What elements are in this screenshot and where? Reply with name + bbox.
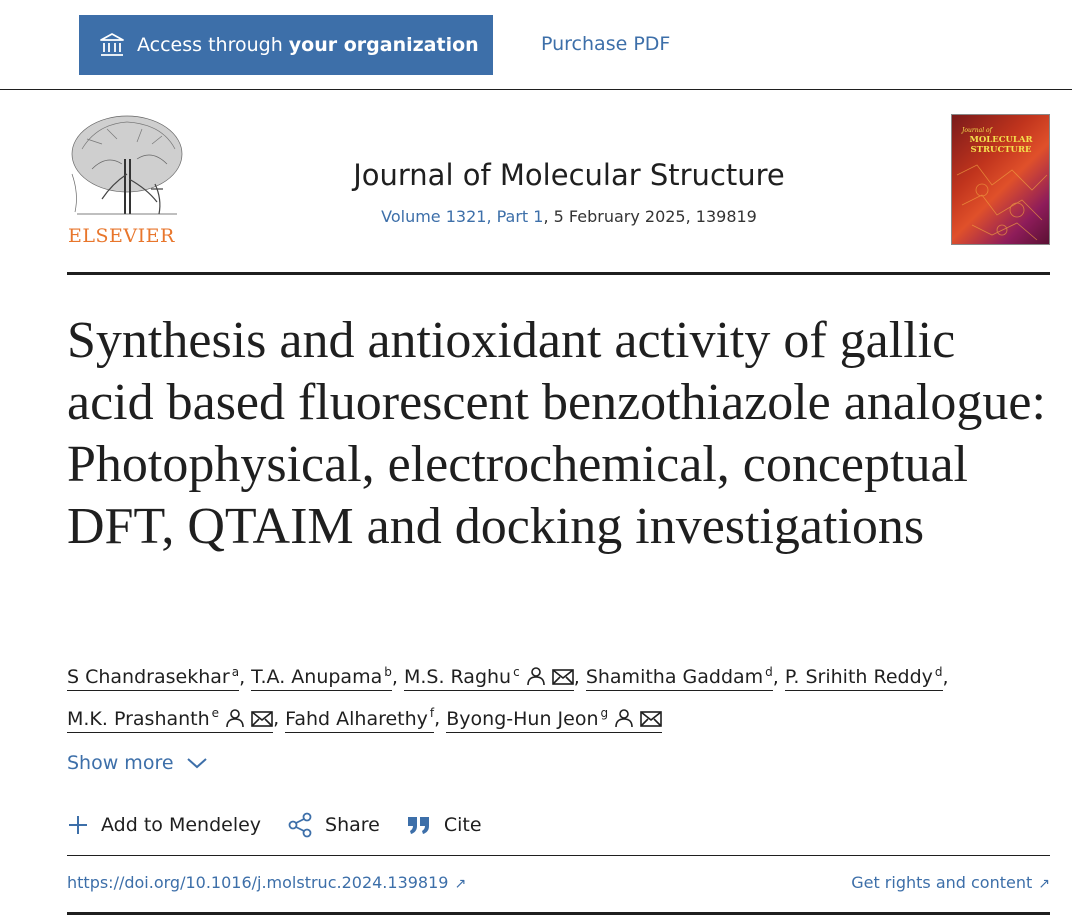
author-name: Fahd Alharethy	[285, 707, 428, 730]
author-name: M.S. Raghu	[403, 666, 512, 689]
rights-text: Get rights and content	[851, 873, 1033, 892]
author-list: S Chandrasekhar a, T.A. Anupama b, M.S. Ra…	[67, 654, 1050, 737]
header-divider	[67, 272, 1050, 275]
email-icon	[551, 669, 574, 686]
author-separator: ,	[239, 666, 246, 689]
affiliation-mark: d	[934, 665, 943, 679]
author-link[interactable]: P. Srihith Reddy d	[784, 665, 943, 692]
quote-icon	[407, 817, 429, 834]
author-link[interactable]: M.K. Prashanth e	[67, 706, 274, 733]
purchase-pdf-link[interactable]: Purchase PDF	[541, 33, 670, 55]
author-separator: ,	[942, 666, 949, 689]
author-name: P. Srihith Reddy	[784, 666, 933, 689]
author-name: T.A. Anupama	[251, 666, 383, 689]
share-label: Share	[325, 814, 380, 836]
email-icon	[251, 710, 273, 727]
institution-icon	[100, 33, 124, 56]
affiliation-mark: d	[765, 665, 773, 679]
share-button[interactable]: Share	[287, 812, 380, 838]
author-link[interactable]: S Chandrasekhar a	[67, 665, 240, 692]
add-to-mendeley-button[interactable]: Add to Mendeley	[67, 814, 261, 836]
access-prefix: Access through	[137, 34, 289, 56]
person-icon	[615, 708, 633, 727]
cite-label: Cite	[443, 814, 482, 836]
affiliation-mark: g	[600, 706, 609, 721]
article-title: Synthesis and antioxidant activity of ga…	[67, 312, 1046, 555]
journal-title[interactable]: Journal of Molecular Structure	[0, 158, 1072, 192]
author-name: Shamitha Gaddam	[585, 666, 764, 689]
show-more-button[interactable]: Show more	[67, 752, 208, 774]
mendeley-label: Add to Mendeley	[101, 814, 262, 836]
chevron-down-icon	[186, 758, 207, 769]
issue-details: , 5 February 2025, 139819	[543, 207, 757, 226]
doi-text: https://doi.org/10.1016/j.molstruc.2024.…	[67, 873, 449, 892]
author-link[interactable]: Byong-Hun Jeon g	[446, 706, 663, 733]
author-name: M.K. Prashanth	[67, 707, 210, 730]
person-icon	[526, 667, 545, 686]
doi-link[interactable]: https://doi.org/10.1016/j.molstruc.2024.…	[67, 873, 466, 892]
author-link[interactable]: Fahd Alharethy f	[285, 706, 435, 733]
access-through-organization-button[interactable]: Access through your organization	[79, 15, 493, 75]
author-link[interactable]: T.A. Anupama b	[251, 665, 392, 692]
affiliation-mark: e	[211, 706, 220, 721]
affiliation-mark: c	[513, 665, 520, 679]
rights-link[interactable]: Get rights and content ↗	[851, 873, 1050, 892]
author-name: Byong-Hun Jeon	[446, 707, 599, 730]
cover-artwork	[956, 164, 1048, 241]
volume-link[interactable]: Volume 1321, Part 1	[381, 207, 543, 226]
email-icon	[640, 710, 662, 727]
person-icon	[226, 708, 244, 727]
author-separator: ,	[434, 707, 441, 730]
cite-button[interactable]: Cite	[406, 814, 482, 836]
affiliation-mark: a	[231, 665, 240, 679]
author-separator: ,	[573, 666, 580, 689]
article-actions: Add to Mendeley Share Cite	[67, 808, 508, 842]
footer-divider	[67, 912, 1050, 915]
affiliation-mark: b	[384, 665, 392, 679]
show-more-label: Show more	[67, 752, 174, 774]
share-icon	[288, 812, 312, 838]
journal-cover-image[interactable]: Journal of MOLECULAR STRUCTURE	[951, 114, 1050, 245]
external-link-icon: ↗	[1038, 876, 1050, 892]
access-bold: your organization	[288, 34, 479, 56]
author-separator: ,	[391, 666, 398, 689]
external-link-icon: ↗	[454, 876, 467, 892]
author-separator: ,	[273, 707, 280, 730]
author-link[interactable]: M.S. Raghu c	[403, 665, 574, 692]
author-name: S Chandrasekhar	[67, 666, 230, 689]
plus-icon	[69, 816, 87, 834]
author-link[interactable]: Shamitha Gaddam d	[585, 665, 773, 692]
author-separator: ,	[772, 666, 779, 689]
elsevier-wordmark: ELSEVIER	[68, 225, 175, 247]
actions-divider	[67, 855, 1050, 856]
top-bar: Access through your organization Purchas…	[0, 0, 1072, 90]
journal-issue-info: Volume 1321, Part 1, 5 February 2025, 13…	[0, 207, 1072, 226]
